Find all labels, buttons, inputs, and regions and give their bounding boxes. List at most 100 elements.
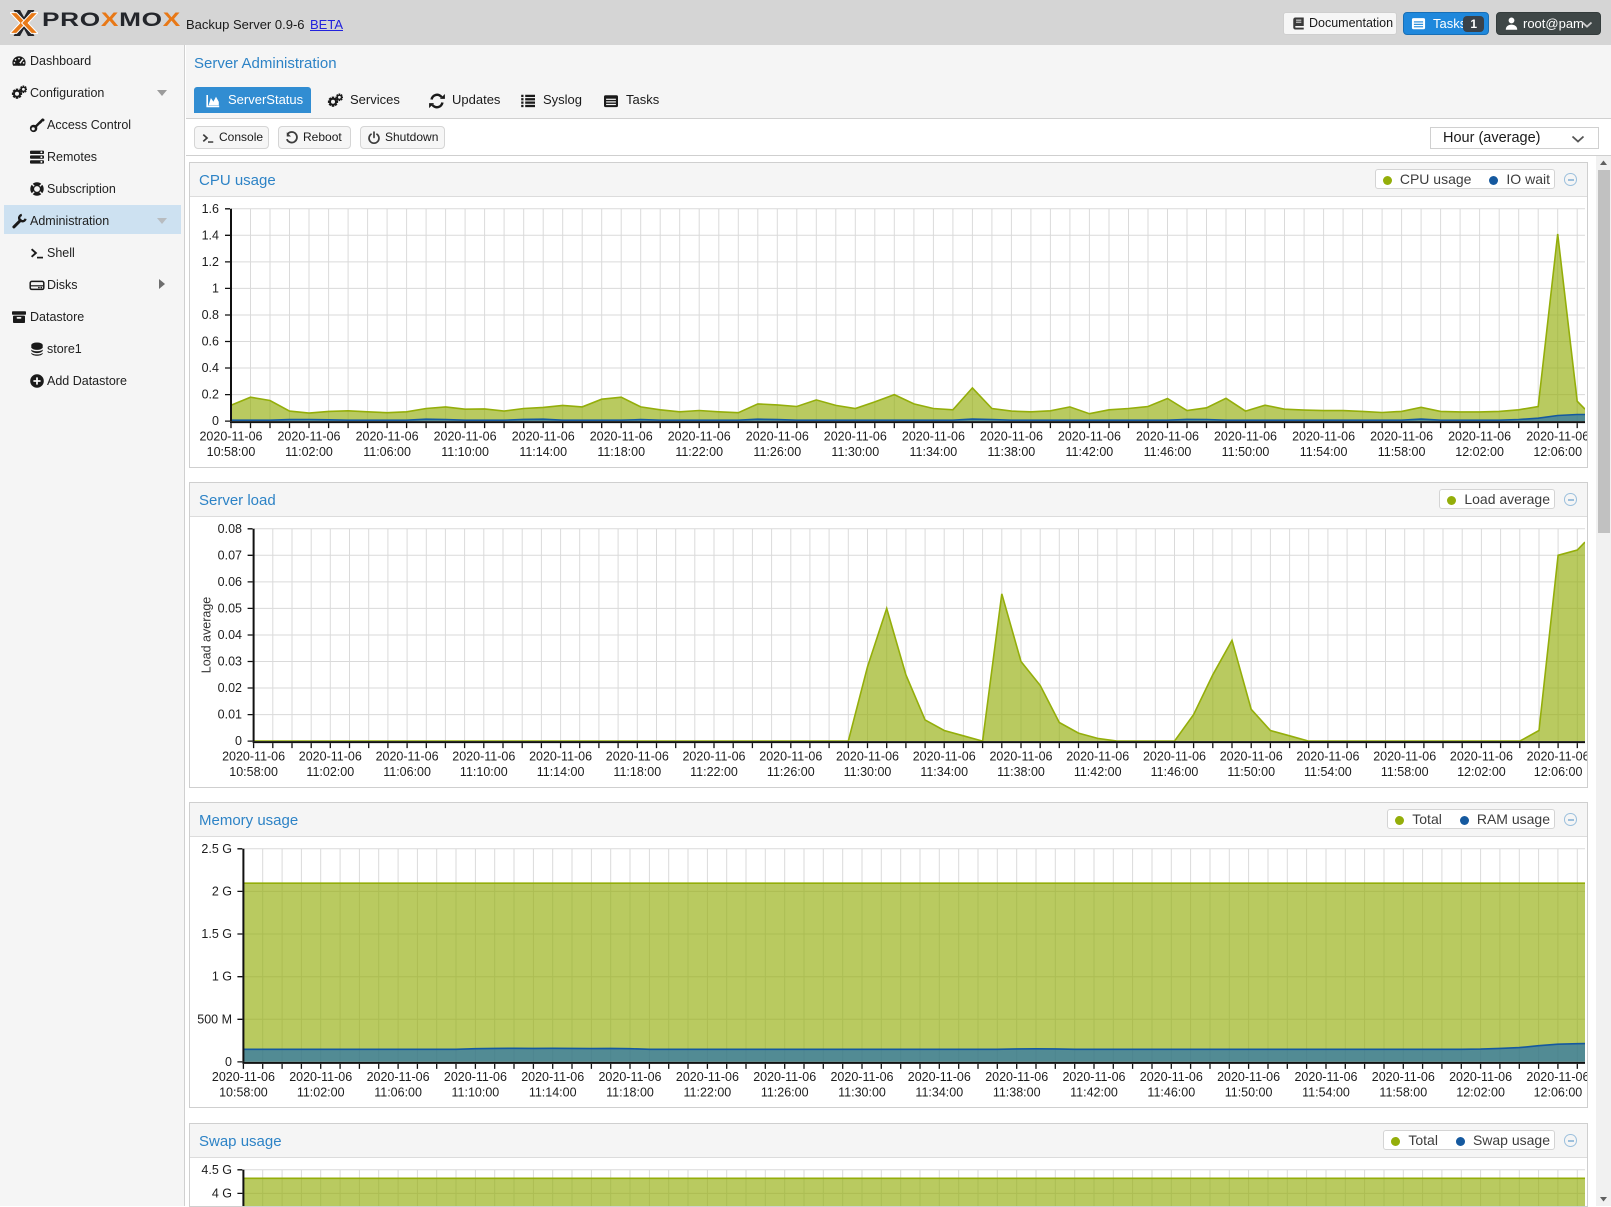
svg-text:0: 0 xyxy=(235,734,242,748)
svg-text:11:26:00: 11:26:00 xyxy=(761,1086,809,1100)
svg-text:2020-11-06: 2020-11-06 xyxy=(1220,749,1283,763)
svg-text:11:58:00: 11:58:00 xyxy=(1379,1086,1427,1100)
svg-text:2020-11-06: 2020-11-06 xyxy=(668,429,731,443)
svg-text:2020-11-06: 2020-11-06 xyxy=(1292,429,1355,443)
svg-text:10:58:00: 10:58:00 xyxy=(207,445,256,459)
svg-text:11:10:00: 11:10:00 xyxy=(452,1086,500,1100)
svg-text:11:42:00: 11:42:00 xyxy=(1066,445,1114,459)
svg-text:11:26:00: 11:26:00 xyxy=(767,765,815,779)
svg-text:1 G: 1 G xyxy=(212,970,232,984)
svg-text:12:06:00: 12:06:00 xyxy=(1533,445,1582,459)
svg-text:0.06: 0.06 xyxy=(218,575,242,589)
svg-text:0.8: 0.8 xyxy=(202,308,219,322)
svg-text:0.07: 0.07 xyxy=(218,548,242,562)
svg-text:12:06:00: 12:06:00 xyxy=(1534,765,1583,779)
svg-text:2020-11-06: 2020-11-06 xyxy=(1527,749,1587,763)
svg-text:2020-11-06: 2020-11-06 xyxy=(1214,429,1277,443)
svg-text:2020-11-06: 2020-11-06 xyxy=(212,1070,275,1084)
svg-text:1.6: 1.6 xyxy=(202,202,219,216)
svg-text:2020-11-06: 2020-11-06 xyxy=(1058,429,1121,443)
svg-text:0.08: 0.08 xyxy=(218,522,242,536)
svg-text:2020-11-06: 2020-11-06 xyxy=(1526,1070,1587,1084)
svg-text:11:50:00: 11:50:00 xyxy=(1227,765,1275,779)
svg-text:2020-11-06: 2020-11-06 xyxy=(1136,429,1199,443)
svg-text:2020-11-06: 2020-11-06 xyxy=(980,429,1043,443)
svg-text:2020-11-06: 2020-11-06 xyxy=(989,749,1052,763)
svg-text:11:38:00: 11:38:00 xyxy=(988,445,1036,459)
svg-text:1: 1 xyxy=(212,281,219,295)
svg-text:2020-11-06: 2020-11-06 xyxy=(753,1070,816,1084)
svg-text:11:38:00: 11:38:00 xyxy=(997,765,1045,779)
svg-text:11:06:00: 11:06:00 xyxy=(374,1086,422,1100)
svg-text:2020-11-06: 2020-11-06 xyxy=(1449,1070,1512,1084)
svg-text:2020-11-06: 2020-11-06 xyxy=(512,429,575,443)
svg-text:2020-11-06: 2020-11-06 xyxy=(299,749,362,763)
svg-text:11:34:00: 11:34:00 xyxy=(915,1086,963,1100)
svg-text:11:58:00: 11:58:00 xyxy=(1381,765,1429,779)
svg-text:11:18:00: 11:18:00 xyxy=(606,1086,654,1100)
svg-text:12:02:00: 12:02:00 xyxy=(1457,765,1506,779)
svg-text:2020-11-06: 2020-11-06 xyxy=(759,749,822,763)
svg-text:2020-11-06: 2020-11-06 xyxy=(908,1070,971,1084)
svg-text:2020-11-06: 2020-11-06 xyxy=(913,749,976,763)
svg-text:11:14:00: 11:14:00 xyxy=(529,1086,577,1100)
svg-text:11:46:00: 11:46:00 xyxy=(1144,445,1192,459)
svg-text:11:30:00: 11:30:00 xyxy=(831,445,879,459)
svg-text:2020-11-06: 2020-11-06 xyxy=(830,1070,893,1084)
svg-text:2020-11-06: 2020-11-06 xyxy=(682,749,745,763)
svg-text:11:54:00: 11:54:00 xyxy=(1300,445,1348,459)
svg-text:12:02:00: 12:02:00 xyxy=(1455,445,1504,459)
svg-text:10:58:00: 10:58:00 xyxy=(219,1086,268,1100)
svg-text:11:22:00: 11:22:00 xyxy=(675,445,723,459)
svg-text:2020-11-06: 2020-11-06 xyxy=(521,1070,584,1084)
svg-text:11:50:00: 11:50:00 xyxy=(1222,445,1270,459)
svg-text:2020-11-06: 2020-11-06 xyxy=(824,429,887,443)
svg-text:11:18:00: 11:18:00 xyxy=(597,445,645,459)
svg-text:2020-11-06: 2020-11-06 xyxy=(902,429,965,443)
svg-text:1.4: 1.4 xyxy=(202,228,219,242)
svg-text:2020-11-06: 2020-11-06 xyxy=(1143,749,1206,763)
svg-text:11:22:00: 11:22:00 xyxy=(684,1086,732,1100)
svg-text:2020-11-06: 2020-11-06 xyxy=(444,1070,507,1084)
svg-text:2020-11-06: 2020-11-06 xyxy=(1296,749,1359,763)
svg-text:2020-11-06: 2020-11-06 xyxy=(1294,1070,1357,1084)
svg-text:11:02:00: 11:02:00 xyxy=(306,765,354,779)
svg-text:2020-11-06: 2020-11-06 xyxy=(836,749,899,763)
svg-text:11:30:00: 11:30:00 xyxy=(838,1086,886,1100)
svg-text:4 G: 4 G xyxy=(212,1186,232,1200)
svg-text:2020-11-06: 2020-11-06 xyxy=(277,429,340,443)
svg-text:11:42:00: 11:42:00 xyxy=(1070,1086,1118,1100)
svg-text:11:22:00: 11:22:00 xyxy=(690,765,738,779)
svg-text:2020-11-06: 2020-11-06 xyxy=(985,1070,1048,1084)
svg-text:2020-11-06: 2020-11-06 xyxy=(1526,429,1587,443)
svg-text:11:14:00: 11:14:00 xyxy=(519,445,567,459)
svg-text:11:02:00: 11:02:00 xyxy=(297,1086,345,1100)
svg-text:2020-11-06: 2020-11-06 xyxy=(1140,1070,1203,1084)
svg-text:10:58:00: 10:58:00 xyxy=(229,765,278,779)
svg-text:11:46:00: 11:46:00 xyxy=(1147,1086,1195,1100)
svg-text:0.02: 0.02 xyxy=(218,681,242,695)
svg-text:11:06:00: 11:06:00 xyxy=(383,765,431,779)
svg-text:2020-11-06: 2020-11-06 xyxy=(676,1070,739,1084)
svg-text:2020-11-06: 2020-11-06 xyxy=(356,429,419,443)
svg-text:0: 0 xyxy=(225,1055,232,1069)
svg-text:2 G: 2 G xyxy=(212,884,232,898)
svg-text:11:42:00: 11:42:00 xyxy=(1074,765,1122,779)
svg-text:11:06:00: 11:06:00 xyxy=(363,445,411,459)
svg-text:2020-11-06: 2020-11-06 xyxy=(606,749,669,763)
svg-text:2020-11-06: 2020-11-06 xyxy=(1448,429,1511,443)
svg-text:2020-11-06: 2020-11-06 xyxy=(590,429,653,443)
svg-text:0.2: 0.2 xyxy=(202,388,219,402)
svg-text:11:50:00: 11:50:00 xyxy=(1225,1086,1273,1100)
svg-text:11:26:00: 11:26:00 xyxy=(753,445,801,459)
svg-text:2020-11-06: 2020-11-06 xyxy=(434,429,497,443)
svg-text:11:14:00: 11:14:00 xyxy=(537,765,585,779)
svg-text:11:10:00: 11:10:00 xyxy=(460,765,508,779)
svg-text:0.6: 0.6 xyxy=(202,335,219,349)
svg-text:11:34:00: 11:34:00 xyxy=(920,765,968,779)
svg-text:2020-11-06: 2020-11-06 xyxy=(1370,429,1433,443)
svg-text:12:02:00: 12:02:00 xyxy=(1456,1086,1505,1100)
svg-text:12:06:00: 12:06:00 xyxy=(1534,1086,1583,1100)
svg-text:2020-11-06: 2020-11-06 xyxy=(598,1070,661,1084)
svg-text:0.05: 0.05 xyxy=(218,601,242,615)
